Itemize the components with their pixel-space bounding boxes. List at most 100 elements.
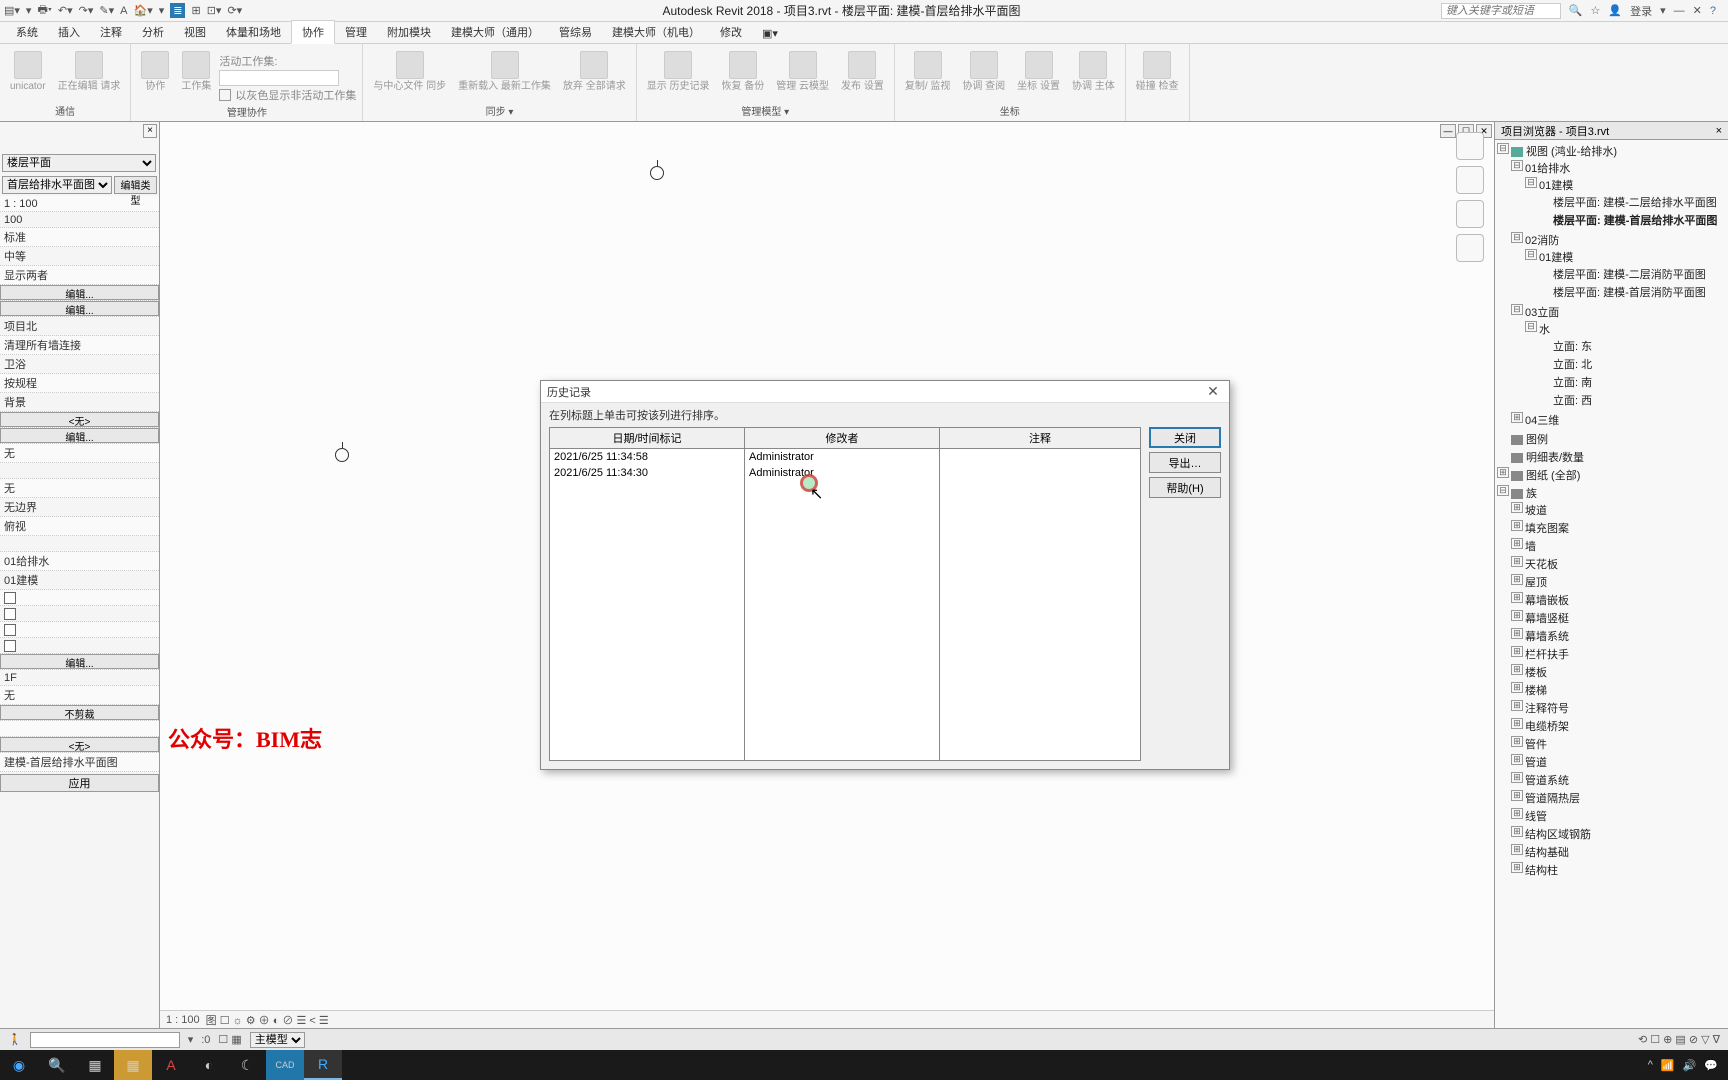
property-row[interactable] (0, 721, 159, 737)
property-row[interactable]: 1F (0, 670, 159, 686)
restore-backup-button[interactable]: 恢复 备份 (717, 49, 768, 94)
start-button[interactable]: ◉ (0, 1050, 38, 1080)
property-checkbox[interactable] (4, 624, 16, 636)
close-button[interactable]: 关闭 (1149, 427, 1221, 448)
apply-button[interactable]: 应用 (0, 774, 159, 792)
chrome-icon[interactable]: ◐ (190, 1050, 228, 1080)
show-history-button[interactable]: 显示 历史记录 (643, 49, 714, 94)
tree-family-node[interactable]: 栏杆扶手 (1511, 645, 1726, 663)
tab-expand-icon[interactable]: ▣▾ (752, 24, 788, 43)
qat-undo-icon[interactable]: ↶▾ (58, 4, 73, 17)
property-row[interactable]: 无 (0, 479, 159, 498)
qat-3d-icon[interactable]: 🏠▾ (134, 4, 153, 17)
user-icon[interactable]: 👤 (1608, 4, 1622, 17)
property-row[interactable]: 按规程 (0, 374, 159, 393)
search-input[interactable] (1441, 3, 1561, 19)
tree-family-node[interactable]: 线管 (1511, 807, 1726, 825)
autocad-icon[interactable]: A (152, 1050, 190, 1080)
property-row[interactable]: 1 : 100 (0, 196, 159, 212)
tree-family-node[interactable]: 坡道 (1511, 501, 1726, 519)
nav-home-icon[interactable] (1456, 132, 1484, 160)
publish-settings-button[interactable]: 发布 设置 (837, 49, 888, 94)
property-edit-button[interactable]: 编辑... (0, 654, 159, 669)
property-row[interactable]: <无> (0, 412, 159, 428)
tab-modify[interactable]: 修改 (710, 21, 752, 43)
qat-close-icon[interactable]: ⊞ (191, 4, 200, 17)
property-row[interactable] (0, 638, 159, 654)
col-datetime[interactable]: 日期/时间标记 (550, 428, 745, 449)
property-row[interactable] (0, 622, 159, 638)
qat-sync-icon[interactable]: ⟳▾ (227, 4, 242, 17)
edit-type-button[interactable]: 编辑类型 (114, 176, 157, 194)
property-row[interactable]: 01给排水 (0, 552, 159, 571)
property-row[interactable]: 不剪裁 (0, 705, 159, 721)
property-checkbox[interactable] (4, 640, 16, 652)
revit-taskbar-icon[interactable]: R (304, 1050, 342, 1080)
view-cube[interactable] (1456, 132, 1484, 262)
table-row[interactable]: 2021/6/25 11:34:58Administrator (550, 449, 1141, 466)
tree-family-node[interactable]: 管道隔热层 (1511, 789, 1726, 807)
view-min-icon[interactable]: — (1440, 124, 1456, 138)
tree-family-node[interactable]: 管件 (1511, 735, 1726, 753)
tray-action-icon[interactable]: 💬 (1704, 1059, 1718, 1072)
tree-family-node[interactable]: 结构基础 (1511, 843, 1726, 861)
worksets-button[interactable]: 工作集 (177, 49, 215, 94)
tree-family-node[interactable]: 屋顶 (1511, 573, 1726, 591)
property-row[interactable]: 建模-首层给排水平面图 (0, 753, 159, 772)
tab-manage[interactable]: 管理 (335, 21, 377, 43)
status-input[interactable] (30, 1032, 180, 1048)
drawing-element[interactable] (335, 448, 349, 462)
tree-family-node[interactable]: 天花板 (1511, 555, 1726, 573)
qat-switch-icon[interactable]: ⊡▾ (207, 4, 222, 17)
help-button[interactable]: 帮助(H) (1149, 477, 1221, 498)
tree-family-node[interactable]: 幕墙系统 (1511, 627, 1726, 645)
table-row[interactable]: 2021/6/25 11:34:30Administrator (550, 465, 1141, 481)
qat-save-icon[interactable]: 🖶▾ (37, 1, 51, 20)
tab-guanzong[interactable]: 管综易 (549, 21, 602, 43)
gray-inactive-checkbox[interactable] (219, 89, 231, 101)
copy-monitor-button[interactable]: 复制/ 监视 (901, 49, 955, 94)
taskview-icon[interactable]: ▦ (76, 1050, 114, 1080)
dialog-titlebar[interactable]: 历史记录 ✕ (541, 381, 1229, 403)
property-row[interactable]: <无> (0, 737, 159, 753)
relinquish-button[interactable]: 放弃 全部请求 (559, 49, 630, 94)
exchange-icon[interactable]: ✕ (1693, 4, 1702, 17)
tree-family-node[interactable]: 管道 (1511, 753, 1726, 771)
tree-family-node[interactable]: 电缆桥架 (1511, 717, 1726, 735)
property-row[interactable]: 俯视 (0, 517, 159, 536)
qat-dim-icon[interactable]: ✎▾ (99, 4, 114, 17)
property-row[interactable]: 01建模 (0, 571, 159, 590)
export-button[interactable]: 导出… (1149, 452, 1221, 473)
coord-host-button[interactable]: 协调 主体 (1068, 49, 1119, 94)
editing-requests-button[interactable]: 正在编辑 请求 (54, 49, 125, 94)
qat-revit-icon[interactable]: ▤▾ (4, 4, 20, 17)
collaborate-button[interactable]: 协作 (137, 49, 173, 94)
status-walk-icon[interactable]: 🚶 (8, 1033, 22, 1046)
sync-central-button[interactable]: 与中心文件 同步 (369, 49, 450, 94)
system-tray[interactable]: ^ 📶 🔊 💬 (1638, 1059, 1728, 1072)
col-modifier[interactable]: 修改者 (745, 428, 940, 449)
property-edit-button[interactable]: 编辑... (0, 285, 159, 300)
property-row[interactable]: 无 (0, 444, 159, 463)
tab-addins[interactable]: 附加模块 (377, 21, 441, 43)
qat-section-icon[interactable]: ▾ (159, 4, 165, 17)
property-row[interactable]: 编辑... (0, 285, 159, 301)
cad-icon[interactable]: CAD (266, 1050, 304, 1080)
view-icons[interactable]: 图 ☐ ☼ ⚙ ⊕ ◐ ⊘ ☰ < ☰ (206, 1012, 329, 1028)
tray-up-icon[interactable]: ^ (1648, 1059, 1653, 1071)
property-row[interactable]: 100 (0, 212, 159, 228)
tab-analyze[interactable]: 分析 (132, 21, 174, 43)
qat-redo-icon[interactable]: ↷▾ (79, 4, 94, 17)
property-row[interactable]: 项目北 (0, 317, 159, 336)
property-row[interactable]: 无边界 (0, 498, 159, 517)
min-icon[interactable]: — (1674, 5, 1685, 17)
property-row[interactable]: 编辑... (0, 301, 159, 317)
tree-family-node[interactable]: 结构区域钢筋 (1511, 825, 1726, 843)
col-note[interactable]: 注释 (940, 428, 1141, 449)
tree-family-node[interactable]: 填充图案 (1511, 519, 1726, 537)
dialog-close-icon[interactable]: ✕ (1203, 383, 1223, 400)
tab-collaborate[interactable]: 协作 (291, 20, 335, 44)
qat-thin-icon[interactable]: ≣ (170, 3, 185, 18)
property-row[interactable] (0, 590, 159, 606)
active-workset-select[interactable] (219, 70, 339, 86)
